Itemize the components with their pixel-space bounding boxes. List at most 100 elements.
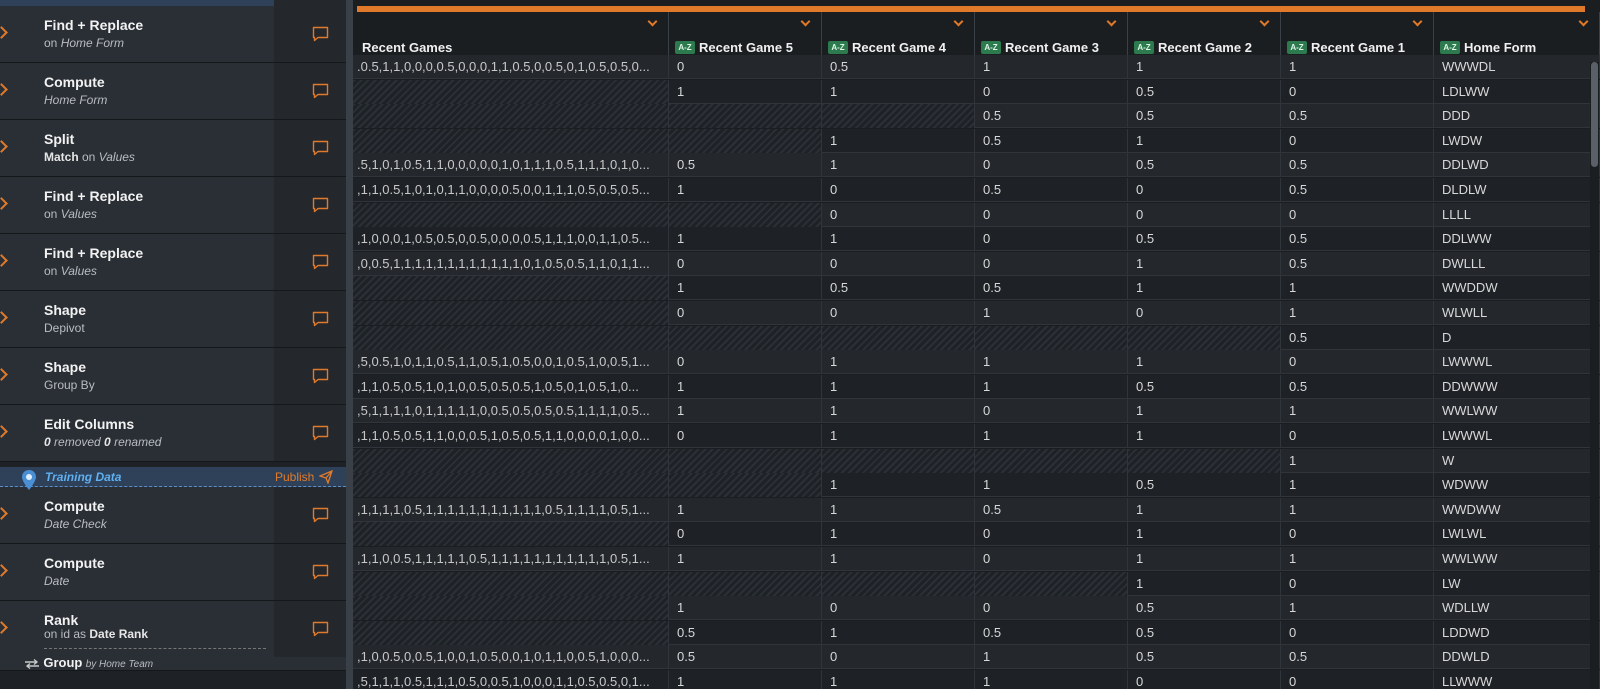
table-cell[interactable]: 1 [669,547,822,571]
table-cell[interactable]: 0.5 [822,55,975,79]
table-cell[interactable]: ,1,1,1,1,0.5,1,1,1,1,1,1,1,1,1,1,1,0.5,1… [353,497,669,522]
table-cell[interactable]: 1 [975,301,1128,325]
table-cell[interactable]: LLLL [1434,202,1600,227]
table-cell[interactable] [353,325,669,350]
table-cell[interactable]: 0.5 [1128,596,1281,621]
chevron-down-icon[interactable] [800,16,811,27]
table-cell[interactable]: 1 [1281,547,1434,571]
table-cell[interactable] [822,571,975,596]
recipe-step[interactable]: Find + Replace on Values [0,234,346,291]
table-cell[interactable]: 1 [975,645,1128,670]
table-cell[interactable]: DDD [1434,104,1600,129]
table-cell[interactable] [669,128,822,153]
table-cell[interactable] [353,571,669,596]
table-cell[interactable] [669,202,822,227]
table-cell[interactable]: 0.5 [669,620,822,645]
table-cell[interactable]: 1 [1281,301,1434,325]
table-cell[interactable]: LWDW [1434,128,1600,153]
publish-button[interactable]: Publish [275,470,314,484]
table-cell[interactable]: 1 [1281,596,1434,621]
table-cell[interactable]: 1 [1281,473,1434,498]
table-cell[interactable]: 0.5 [975,128,1128,153]
table-cell[interactable]: DLDLW [1434,178,1600,202]
comment-button[interactable] [274,601,346,657]
recipe-step[interactable]: Compute Date Check [0,487,346,544]
table-cell[interactable] [353,301,669,325]
chevron-down-icon[interactable] [647,16,658,27]
table-cell[interactable]: 1 [1128,55,1281,79]
table-cell[interactable]: 1 [822,374,975,399]
table-cell[interactable]: 0 [975,79,1128,104]
chevron-right-icon[interactable] [0,564,8,577]
comment-button[interactable] [274,348,346,404]
recipe-step[interactable]: Compute Home Form [0,63,346,120]
comment-button[interactable] [274,234,346,290]
table-cell[interactable]: 1 [1281,55,1434,79]
table-cell[interactable]: .5,1,0,1,0.5,1,1,0,0,0,0,0,1,0,1,1,1,0.5… [353,153,669,178]
table-cell[interactable]: 1 [822,522,975,547]
table-cell[interactable]: 1 [1128,571,1281,596]
table-cell[interactable]: 1 [822,620,975,645]
recipe-step[interactable]: Find + Replace on Values [0,177,346,234]
table-cell[interactable] [353,473,669,498]
table-cell[interactable]: 0.5 [1281,645,1434,670]
table-cell[interactable]: ,5,0.5,1,0,1,1,0.5,1,1,0.5,1,0.5,0,0,1,0… [353,350,669,375]
table-cell[interactable]: ,1,1,0.5,1,0,1,0,1,1,0,0,0,0.5,0,0,1,1,1… [353,178,669,202]
table-cell[interactable]: 0 [1128,178,1281,202]
table-cell[interactable]: 1 [822,128,975,153]
chevron-right-icon[interactable] [0,140,8,153]
table-cell[interactable]: 0.5 [669,645,822,670]
chevron-right-icon[interactable] [0,311,8,324]
table-cell[interactable]: 1 [975,55,1128,79]
table-cell[interactable]: 0.5 [1281,374,1434,399]
comment-button[interactable] [274,405,346,461]
table-cell[interactable]: 0.5 [1281,153,1434,178]
table-cell[interactable]: ,0,0.5,1,1,1,1,1,1,1,1,1,1,1,1,0,1,0.5,0… [353,251,669,276]
table-cell[interactable]: ,1,1,0,0.5,1,1,1,1,1,0.5,1,1,1,1,1,1,1,1… [353,547,669,571]
table-cell[interactable] [669,571,822,596]
chevron-right-icon[interactable] [0,197,8,210]
table-cell[interactable]: 1 [1128,399,1281,424]
table-cell[interactable]: 0.5 [1128,374,1281,399]
table-cell[interactable]: 1 [822,424,975,448]
table-cell[interactable]: 1 [669,227,822,252]
table-cell[interactable]: 0 [1281,202,1434,227]
table-cell[interactable] [975,325,1128,350]
table-cell[interactable] [669,448,822,473]
chevron-down-icon[interactable] [1106,16,1117,27]
table-cell[interactable]: 0.5 [975,620,1128,645]
table-cell[interactable]: DDLWD [1434,153,1600,178]
table-cell[interactable]: 0 [1281,350,1434,375]
table-cell[interactable] [353,79,669,104]
table-cell[interactable]: ,5,1,1,1,1,0,1,1,1,1,1,0,0.5,0.5,0.5,0.5… [353,399,669,424]
table-cell[interactable]: 1 [1128,547,1281,571]
comment-button[interactable] [274,544,346,600]
table-cell[interactable]: 1 [1281,448,1434,473]
table-cell[interactable]: 1 [975,424,1128,448]
vertical-scrollbar[interactable] [1590,62,1599,689]
scrollbar-thumb[interactable] [1591,62,1598,167]
table-cell[interactable]: 0.5 [1128,227,1281,252]
table-cell[interactable]: LDLWW [1434,79,1600,104]
send-icon[interactable] [319,470,333,484]
table-cell[interactable]: 0 [1128,301,1281,325]
table-cell[interactable]: 0 [822,301,975,325]
chevron-down-icon[interactable] [1412,16,1423,27]
table-cell[interactable]: LW [1434,571,1600,596]
table-cell[interactable] [669,325,822,350]
table-cell[interactable]: 0.5 [1128,473,1281,498]
table-cell[interactable] [975,448,1128,473]
table-cell[interactable]: W [1434,448,1600,473]
recipe-step[interactable]: Split Match on Values [0,120,346,177]
table-cell[interactable]: 0 [1281,79,1434,104]
table-cell[interactable] [822,448,975,473]
table-cell[interactable]: 0 [822,645,975,670]
chevron-right-icon[interactable] [0,507,8,520]
table-cell[interactable]: WWWDL [1434,55,1600,79]
table-cell[interactable]: 0.5 [822,276,975,301]
table-cell[interactable]: DDLWW [1434,227,1600,252]
table-cell[interactable]: 1 [975,670,1128,689]
chevron-right-icon[interactable] [0,425,8,438]
table-cell[interactable]: 0 [822,251,975,276]
table-cell[interactable]: 0 [669,55,822,79]
